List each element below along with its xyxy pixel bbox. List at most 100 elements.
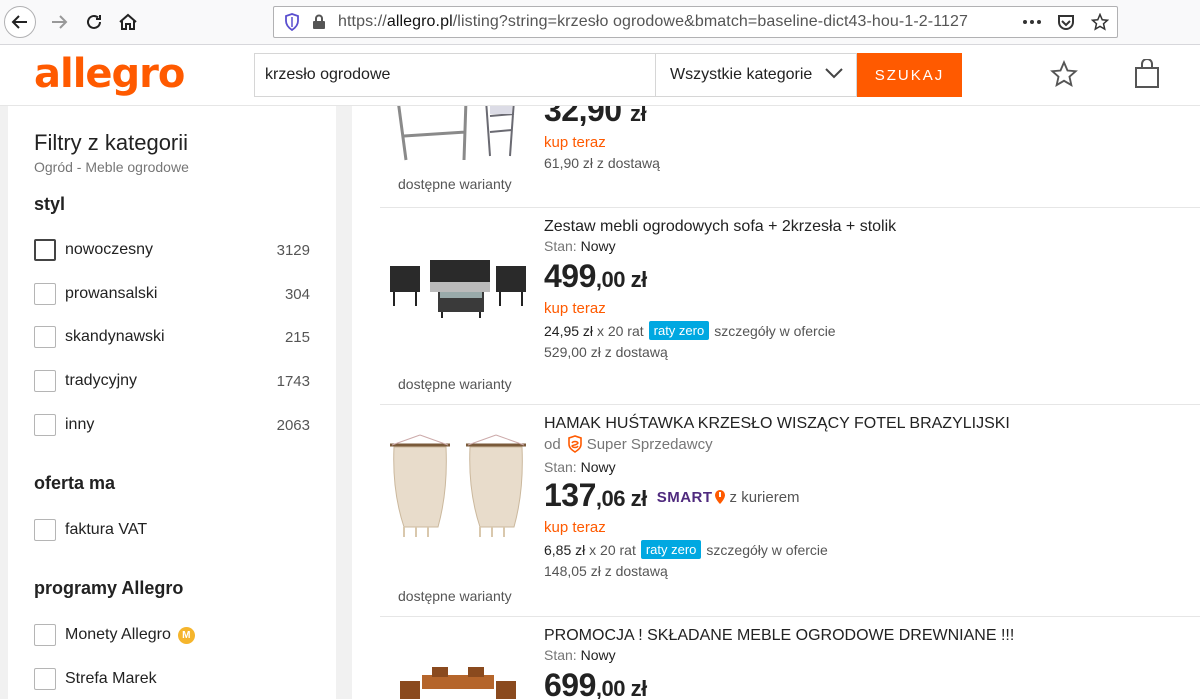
forward-arrow-icon[interactable] xyxy=(43,6,75,38)
courier-label: z kurierem xyxy=(729,488,800,506)
filter-label: prowansalski xyxy=(65,285,158,302)
seller-name: Super Sprzedawcy xyxy=(586,435,713,453)
filter-count: 2063 xyxy=(276,416,310,434)
checkbox[interactable] xyxy=(34,326,56,348)
price-int: 137 xyxy=(544,477,596,513)
product-image-furniture-set[interactable] xyxy=(386,246,530,326)
installment-details: szczegóły w ofercie xyxy=(706,541,828,558)
category-select[interactable]: Wszystkie kategorie xyxy=(655,53,857,97)
listing-item[interactable]: dostępne warianty Zestaw mebli ogrodowyc… xyxy=(380,207,1200,404)
product-title[interactable]: Zestaw mebli ogrodowych sofa + 2krzesła … xyxy=(544,218,896,236)
product-title[interactable]: HAMAK HUŚTAWKA KRZESŁO WISZĄCY FOTEL BRA… xyxy=(544,415,1010,433)
shield-icon[interactable] xyxy=(282,12,302,32)
variants-label[interactable]: dostępne warianty xyxy=(398,588,512,604)
price-dec: ,00 zł xyxy=(595,676,647,699)
price-dec: ,06 zł xyxy=(595,486,647,511)
filter-label: faktura VAT xyxy=(65,521,148,538)
allegro-logo[interactable]: allegro xyxy=(34,51,185,97)
category-select-label: Wszystkie kategorie xyxy=(670,66,813,83)
raty-zero-badge: raty zero xyxy=(640,540,702,559)
url-domain: allegro.pl xyxy=(386,13,453,30)
condition-value: Nowy xyxy=(580,238,616,254)
more-icon[interactable] xyxy=(1021,11,1043,33)
condition-value: Nowy xyxy=(580,459,616,475)
variants-label[interactable]: dostępne warianty xyxy=(398,176,512,192)
checkbox[interactable] xyxy=(34,414,56,436)
search-input[interactable]: krzesło ogrodowe xyxy=(254,53,655,97)
price-row: 137,06 zł SMART z kurierem xyxy=(544,475,1010,519)
installment-value: 6,85 zł xyxy=(544,541,586,558)
url-text: https://allegro.pl/listing?string=krzesł… xyxy=(338,13,968,31)
filters-subtitle: Ogród - Meble ogrodowe xyxy=(34,159,189,175)
condition-label: Stan: xyxy=(544,238,577,254)
address-bar[interactable]: https://allegro.pl/listing?string=krzesł… xyxy=(273,6,1118,38)
condition: Stan: Nowy xyxy=(544,459,1010,475)
filter-monety-allegro[interactable]: Monety Allegro M xyxy=(34,623,310,647)
filter-style-nowoczesny[interactable]: nowoczesny 3129 xyxy=(34,238,310,262)
style-heading: styl xyxy=(34,194,66,214)
shipping-price: 529,00 zł z dostawą xyxy=(544,344,668,360)
filter-label: tradycyjny xyxy=(65,372,138,389)
buy-now-label: kup teraz xyxy=(544,300,606,317)
installment-count: x 20 rat xyxy=(589,541,636,558)
filter-label: Monety Allegro xyxy=(65,626,171,643)
filters-sidebar: Filtry z kategorii Ogród - Meble ogrodow… xyxy=(8,106,336,699)
checkbox[interactable] xyxy=(34,283,56,305)
cart-bag-icon[interactable] xyxy=(1134,58,1160,94)
bookmark-star-icon[interactable] xyxy=(1089,11,1111,33)
installments: 24,95 zł x 20 rat raty zero szczegóły w … xyxy=(544,321,896,340)
product-image-hammock-chair[interactable] xyxy=(386,431,530,543)
installment-count: x 20 rat xyxy=(596,322,644,339)
listing-item[interactable]: PROMOCJA ! SKŁADANE MEBLE OGRODOWE DREWN… xyxy=(380,616,1200,699)
back-arrow-icon[interactable] xyxy=(4,6,36,38)
shipping-price: 148,05 zł z dostawą xyxy=(544,563,668,579)
url-path: /listing?string=krzesło ogrodowe&bmatch=… xyxy=(452,13,969,30)
price: 137,06 zł xyxy=(544,475,647,519)
lock-icon[interactable] xyxy=(312,14,328,30)
product-title[interactable]: PROMOCJA ! SKŁADANE MEBLE OGRODOWE DREWN… xyxy=(544,627,1014,645)
pocket-icon[interactable] xyxy=(1055,11,1077,33)
checkbox[interactable] xyxy=(34,239,56,261)
condition: Stan: Nowy xyxy=(544,647,1014,663)
seller-info: od Super Sprzedawcy xyxy=(544,435,1010,453)
chevron-down-icon xyxy=(824,66,844,85)
checkbox[interactable] xyxy=(34,668,56,690)
search-button[interactable]: SZUKAJ xyxy=(857,53,962,97)
buy-now-label: kup teraz xyxy=(544,519,606,536)
home-icon[interactable] xyxy=(112,6,144,38)
filter-style-prowansalski[interactable]: prowansalski 304 xyxy=(34,282,310,306)
smart-pin-icon xyxy=(714,489,726,505)
filter-label: nowoczesny xyxy=(65,241,154,258)
filter-style-tradycyjny[interactable]: tradycyjny 1743 xyxy=(34,369,310,393)
condition-label: Stan: xyxy=(544,459,577,475)
listing-results: dostępne warianty 32,90 zł kup teraz 61,… xyxy=(352,106,1200,699)
filter-label: inny xyxy=(65,416,95,433)
listing-item[interactable]: dostępne warianty HAMAK HUŚTAWKA KRZESŁO… xyxy=(380,404,1200,616)
price-currency: zł xyxy=(629,106,647,126)
filter-count: 1743 xyxy=(276,372,310,390)
browser-toolbar: https://allegro.pl/listing?string=krzesł… xyxy=(0,0,1200,45)
filter-strefa-marek[interactable]: Strefa Marek xyxy=(34,667,310,691)
reload-icon[interactable] xyxy=(78,6,110,38)
watchlist-star-icon[interactable] xyxy=(1050,59,1078,93)
filter-style-inny[interactable]: inny 2063 xyxy=(34,413,310,437)
price-int: 699 xyxy=(544,667,596,699)
filter-faktura-vat[interactable]: faktura VAT xyxy=(34,518,310,542)
product-image-chair[interactable] xyxy=(386,106,530,166)
price: 699,00 zł xyxy=(544,665,1014,699)
checkbox[interactable] xyxy=(34,519,56,541)
condition-label: Stan: xyxy=(544,647,577,663)
url-prefix: https:// xyxy=(338,13,387,30)
filter-count: 215 xyxy=(284,328,310,346)
checkbox[interactable] xyxy=(34,624,56,646)
filter-style-skandynawski[interactable]: skandynawski 215 xyxy=(34,325,310,349)
condition-value: Nowy xyxy=(580,647,616,663)
variants-label[interactable]: dostępne warianty xyxy=(398,376,512,392)
filter-count: 3129 xyxy=(276,241,310,259)
product-image-wooden-set[interactable] xyxy=(386,661,530,699)
listing-item[interactable]: dostępne warianty 32,90 zł kup teraz 61,… xyxy=(380,106,1200,207)
installments: 6,85 zł x 20 rat raty zero szczegóły w o… xyxy=(544,540,1010,559)
condition: Stan: Nowy xyxy=(544,238,896,254)
seller-prefix: od xyxy=(544,435,561,453)
checkbox[interactable] xyxy=(34,370,56,392)
